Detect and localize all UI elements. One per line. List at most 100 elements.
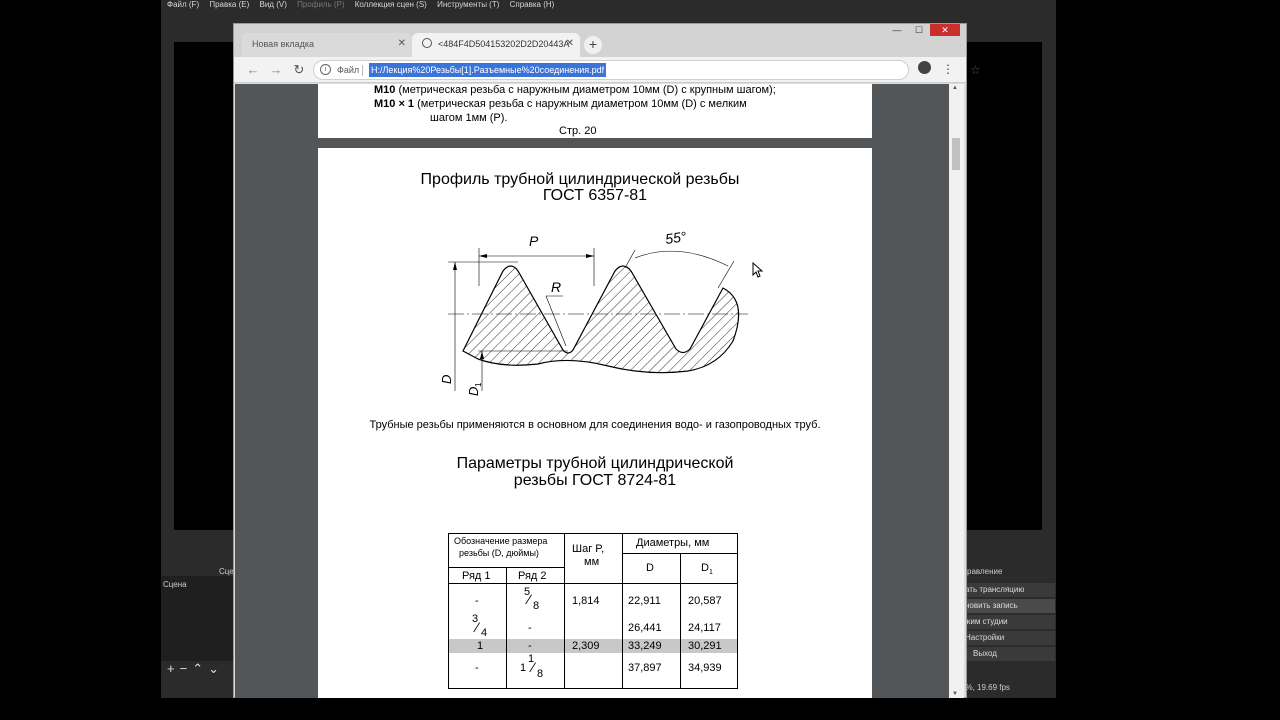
account-icon[interactable] (918, 61, 931, 74)
obs-scenes-dock: Сцена (161, 576, 239, 661)
reload-icon[interactable]: ↻ (290, 61, 308, 79)
obs-menu-help[interactable]: Справка (H) (510, 0, 555, 9)
scroll-down-icon[interactable]: ▼ (952, 691, 958, 697)
obs-menu-view[interactable]: Вид (V) (260, 0, 287, 9)
angle-label: 55° (664, 228, 688, 247)
fraction-whole: 1 (520, 662, 527, 674)
header-pitch-unit: мм (584, 556, 600, 568)
cell-d: 33,249 (628, 640, 662, 652)
obs-menu-profile[interactable]: Профиль (P) (297, 0, 344, 9)
close-tab-icon[interactable]: ✕ (398, 33, 406, 55)
studio-mode-button[interactable]: жим студии (961, 615, 1055, 629)
tab-strip: Новая вкладка ✕ <484F4D504153202D2D20443… (234, 24, 966, 57)
text-line: M10 × 1 (метрическая резьба с наружным д… (374, 98, 747, 110)
page-number: Стр. 20 (559, 125, 597, 137)
obs-menubar: Файл (F) Правка (E) Вид (V) Профиль (P) … (161, 0, 1056, 11)
pdf-page-21: Профиль трубной цилиндрической резьбы ГО… (318, 148, 872, 698)
back-icon[interactable]: ← (244, 61, 262, 79)
exit-button[interactable]: Выход (961, 647, 1055, 661)
thread-profile-diagram: P 55° R D D 1 (439, 228, 748, 396)
obs-menu-file[interactable]: Файл (F) (167, 0, 199, 9)
tab-label: <484F4D504153202D2D20443A (438, 39, 570, 49)
cell-r1: 1 (477, 640, 484, 652)
cell-d1: 20,587 (688, 595, 722, 607)
info-icon[interactable]: i (320, 64, 331, 75)
mouse-cursor-icon (752, 262, 764, 278)
fraction-denominator: 8 (537, 668, 544, 680)
header-d: D (646, 562, 654, 574)
forward-icon[interactable]: → (267, 61, 285, 79)
table-border (448, 688, 738, 689)
window-controls: — ☐ ✕ (886, 24, 960, 38)
obs-menu-edit[interactable]: Правка (E) (209, 0, 249, 9)
header-row2: Ряд 2 (518, 570, 547, 582)
obs-status-bar: 9%, 19.69 fps (961, 683, 1010, 692)
cell-d: 37,897 (628, 662, 662, 674)
table-border (737, 533, 738, 689)
cell-d1: 34,939 (688, 662, 722, 674)
fraction-slash: ⁄ (476, 619, 479, 635)
diameter-d1-label: D (466, 387, 481, 396)
scroll-thumb[interactable] (952, 138, 960, 170)
settings-button[interactable]: Настройки (961, 631, 1055, 645)
radius-label: R (551, 279, 561, 295)
pdf-page-20: M10 (метрическая резьба с наружным диаме… (318, 84, 872, 138)
cell-d1: 30,291 (688, 640, 722, 652)
scroll-up-icon[interactable]: ▲ (952, 85, 958, 91)
bookmark-star-icon[interactable]: ☆ (970, 61, 981, 79)
address-bar[interactable]: i Файл H:/Лекция%20Резьбы[1].Разъемные%2… (313, 60, 981, 80)
obs-controls-dock: ать трансляцию новить запись жим студии … (961, 565, 1056, 665)
url-text[interactable]: H:/Лекция%20Резьбы[1].Разъемные%20соедин… (369, 63, 607, 77)
cell-r2: - (528, 622, 532, 634)
text-span: (метрическая резьба с наружным диаметром… (417, 98, 747, 110)
move-up-icon[interactable]: ⌃ (192, 661, 203, 676)
table-border (448, 533, 449, 689)
omnibox-divider (362, 65, 363, 76)
header-row1: Ряд 1 (462, 570, 491, 582)
text-line: шагом 1мм (P). (430, 112, 508, 124)
tab-pdf[interactable]: <484F4D504153202D2D20443A ✕ (412, 33, 580, 57)
menu-icon[interactable]: ⋮ (942, 60, 954, 78)
move-down-icon[interactable]: ⌄ (208, 661, 219, 676)
stop-recording-button[interactable]: новить запись (961, 599, 1055, 613)
tab-new-tab[interactable]: Новая вкладка ✕ (242, 33, 412, 57)
bold-term: M10 × 1 (374, 98, 415, 110)
bold-term: M10 (374, 84, 396, 96)
vertical-scrollbar[interactable]: ▲ ▼ (949, 84, 964, 698)
header-d1-text: D (701, 562, 709, 574)
header-size-2: резьбы (D, дюймы) (459, 548, 539, 558)
params-subtitle: резьбы ГОСТ 8724-81 (513, 472, 677, 489)
cell-r2: - (528, 640, 532, 652)
scheme-label: Файл (337, 65, 360, 75)
obs-scenes-tab[interactable]: Сце (219, 567, 234, 576)
close-tab-icon[interactable]: ✕ (566, 33, 574, 55)
obs-menu-tools[interactable]: Инструменты (T) (437, 0, 499, 9)
caption: Трубные резьбы применяются в основном дл… (369, 419, 821, 431)
minimize-icon[interactable]: — (886, 24, 908, 36)
close-window-icon[interactable]: ✕ (930, 24, 960, 36)
new-tab-button[interactable]: + (584, 36, 602, 54)
obs-scenes-title: Сцена (163, 580, 187, 589)
text-span: (метрическая резьба с наружным диаметром… (398, 84, 776, 96)
fraction-denominator: 8 (533, 600, 540, 612)
browser-window: Новая вкладка ✕ <484F4D504153202D2D20443… (233, 23, 981, 698)
cell-d1: 24,117 (688, 622, 721, 634)
pdf-viewer[interactable]: M10 (метрическая резьба с наружным диаме… (235, 84, 949, 698)
maximize-icon[interactable]: ☐ (908, 24, 930, 36)
header-d1-subscript: 1 (708, 569, 713, 577)
diameter-d-label: D (439, 375, 454, 384)
table-border (448, 533, 738, 534)
remove-scene-icon[interactable]: − (180, 661, 188, 676)
start-streaming-button[interactable]: ать трансляцию (961, 583, 1055, 597)
diameter-d1-subscript: 1 (474, 382, 483, 387)
add-scene-icon[interactable]: + (167, 661, 175, 676)
text-line: M10 (метрическая резьба с наружным диаме… (374, 84, 776, 96)
header-size: Обозначение размера (454, 536, 548, 546)
table-border (564, 533, 565, 689)
cell-r1: - (475, 662, 479, 674)
obs-menu-scene-collection[interactable]: Коллекция сцен (S) (355, 0, 427, 9)
header-pitch: Шаг P, (572, 543, 605, 555)
browser-toolbar: ← → ↻ i Файл H:/Лекция%20Резьбы[1].Разъе… (234, 57, 981, 83)
cell-pitch: 1,814 (572, 595, 600, 607)
page-subtitle: ГОСТ 6357-81 (542, 187, 648, 204)
